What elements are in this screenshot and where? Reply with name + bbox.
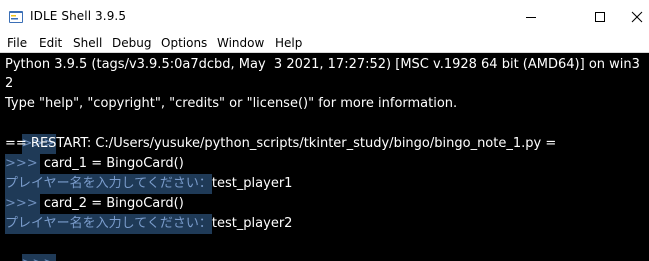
command-line-2: >>> card_2 = BingoCard() [5, 194, 184, 214]
maximize-icon [595, 11, 605, 22]
menu-options[interactable]: Options [161, 36, 207, 50]
banner-line-3: Type "help", "copyright", "credits" or "… [5, 96, 458, 111]
command-line-1: >>> card_1 = BingoCard() [5, 154, 184, 174]
input-value-1: test_player1 [211, 176, 293, 191]
close-button[interactable] [619, 0, 649, 33]
banner-line-2: 2 [5, 76, 14, 91]
title-bar[interactable]: IDLE Shell 3.9.5 [0, 0, 649, 33]
menu-help[interactable]: Help [275, 36, 302, 50]
close-icon [631, 11, 643, 22]
input-prompt-label-1: プレイヤー名を入力してください： [5, 174, 212, 194]
input-line-2: プレイヤー名を入力してください：test_player2 [5, 214, 292, 234]
prompt-line-1: >>> [5, 114, 57, 154]
command-text-2: card_2 = BingoCard() [39, 196, 184, 211]
python-idle-icon [9, 11, 23, 23]
input-line-1: プレイヤー名を入力してください：test_player1 [5, 174, 292, 194]
window-title: IDLE Shell 3.9.5 [30, 9, 127, 23]
shell-prompt: >>> [21, 254, 57, 261]
maximize-button[interactable] [577, 0, 623, 33]
shell-output-area[interactable]: Python 3.9.5 (tags/v3.9.5:0a7dcbd, May 3… [0, 53, 649, 261]
menu-bar: File Edit Shell Debug Options Window Hel… [0, 33, 649, 53]
menu-window[interactable]: Window [217, 36, 264, 50]
input-prompt-label-2: プレイヤー名を入力してください： [5, 214, 212, 234]
menu-edit[interactable]: Edit [39, 36, 62, 50]
minimize-button[interactable] [508, 0, 554, 33]
banner-line-1: Python 3.9.5 (tags/v3.9.5:0a7dcbd, May 3… [5, 57, 640, 72]
restart-line: == RESTART: C:/Users/yusuke/python_scrip… [5, 136, 557, 151]
prompt-line-current[interactable]: >>> [5, 234, 57, 261]
menu-file[interactable]: File [7, 36, 27, 50]
menu-debug[interactable]: Debug [112, 36, 151, 50]
shell-prompt: >>> [5, 194, 40, 214]
input-value-2: test_player2 [211, 216, 293, 231]
minimize-icon [526, 16, 536, 18]
menu-shell[interactable]: Shell [73, 36, 102, 50]
command-text-1: card_1 = BingoCard() [39, 156, 184, 171]
shell-prompt: >>> [5, 154, 40, 174]
